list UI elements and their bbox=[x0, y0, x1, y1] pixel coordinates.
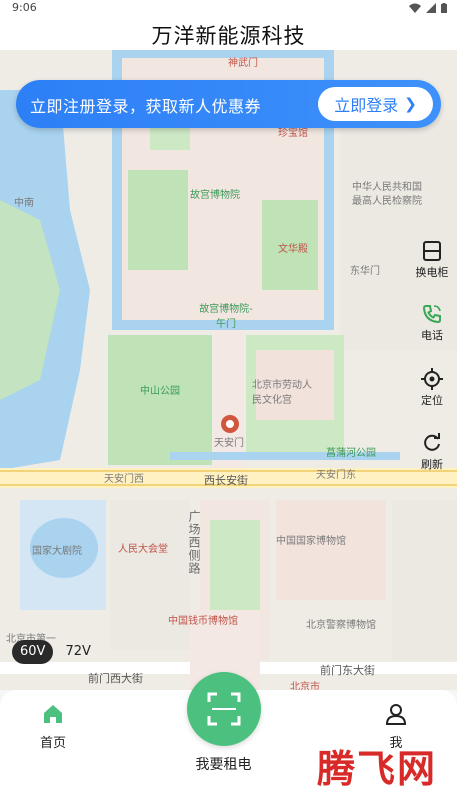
home-icon bbox=[44, 705, 62, 723]
map-label: 中华人民共和国 bbox=[352, 182, 422, 193]
login-button-label: 立即登录 bbox=[334, 96, 399, 115]
tool-label: 换电柜 bbox=[415, 266, 449, 279]
voltage-option-60v[interactable]: 60V bbox=[12, 640, 54, 664]
map-label: 天安门 bbox=[214, 438, 244, 449]
tool-battery-cabinet[interactable]: 换电柜 bbox=[413, 240, 451, 280]
battery-cabinet-icon bbox=[423, 241, 441, 261]
refresh-icon bbox=[424, 433, 440, 451]
location-pin-icon[interactable] bbox=[220, 414, 240, 434]
locate-icon bbox=[421, 368, 443, 390]
map-label: 中山公园 bbox=[140, 386, 180, 397]
map-label: 西长安街 bbox=[204, 474, 248, 487]
nav-home[interactable]: 首页 bbox=[28, 702, 78, 751]
status-icons bbox=[409, 3, 447, 13]
map-view[interactable]: 神武门 珍宝馆 故宫博物院 文华殿 中华人民共和国 最高人民检察院 中南 东华门… bbox=[0, 50, 457, 690]
map-label: 中国钱币博物馆 bbox=[168, 616, 238, 627]
map-label: 最高人民检察院 bbox=[352, 196, 422, 207]
tool-refresh[interactable]: 刷新 bbox=[413, 432, 451, 472]
map-label: 神武门 bbox=[228, 58, 258, 69]
map-label: 中南 bbox=[14, 198, 34, 209]
map-label: 前门西大街 bbox=[88, 672, 143, 685]
register-promo-banner[interactable]: 立即注册登录，获取新人优惠券 立即登录 ❯ bbox=[16, 80, 441, 128]
signal-icon bbox=[426, 3, 436, 13]
chevron-right-icon: ❯ bbox=[404, 95, 417, 113]
wifi-icon bbox=[409, 3, 421, 13]
voltage-selector: 60V 72V bbox=[12, 640, 99, 664]
phone-icon bbox=[422, 305, 441, 324]
map-label: 天安门西 bbox=[104, 474, 144, 485]
map-label: 人民大会堂 bbox=[118, 544, 168, 555]
map-label: 故宫博物院 bbox=[190, 190, 240, 201]
tool-label: 刷新 bbox=[421, 458, 443, 471]
rent-battery-button[interactable] bbox=[187, 672, 261, 746]
nav-home-label: 首页 bbox=[39, 736, 66, 751]
map-label: 北京市 bbox=[290, 682, 320, 690]
map-label: 广场西侧路 bbox=[187, 510, 201, 575]
map-label: 中国国家博物馆 bbox=[276, 536, 346, 547]
map-label: 东华门 bbox=[350, 266, 380, 277]
page-title: 万洋新能源科技 bbox=[151, 24, 306, 48]
status-time: 9:06 bbox=[12, 1, 37, 14]
voltage-option-72v[interactable]: 72V bbox=[57, 640, 98, 664]
map-label: 前门东大街 bbox=[320, 664, 375, 677]
map-label: 北京警察博物馆 bbox=[306, 620, 376, 631]
map-base bbox=[0, 50, 457, 690]
promo-text: 立即注册登录，获取新人优惠券 bbox=[30, 97, 262, 116]
user-icon bbox=[385, 704, 407, 725]
tool-label: 电话 bbox=[421, 329, 443, 342]
tool-locate[interactable]: 定位 bbox=[413, 368, 451, 408]
map-label: 天安门东 bbox=[316, 470, 356, 481]
scan-icon bbox=[207, 692, 241, 726]
tool-label: 定位 bbox=[421, 394, 443, 407]
battery-icon bbox=[441, 3, 447, 13]
map-label: 菖蒲河公园 bbox=[326, 448, 376, 459]
map-label: 文华殿 bbox=[278, 244, 308, 255]
status-bar: 9:06 bbox=[0, 0, 457, 16]
map-label: 故宫博物院-午门 bbox=[199, 304, 253, 330]
login-button[interactable]: 立即登录 ❯ bbox=[318, 87, 433, 121]
tool-phone[interactable]: 电话 bbox=[413, 303, 451, 343]
map-label: 北京市劳动人民文化宫 bbox=[252, 380, 312, 406]
map-label: 国家大剧院 bbox=[32, 546, 82, 557]
site-watermark: 腾飞网 bbox=[316, 746, 437, 791]
title-bar: 万洋新能源科技 bbox=[0, 16, 457, 50]
